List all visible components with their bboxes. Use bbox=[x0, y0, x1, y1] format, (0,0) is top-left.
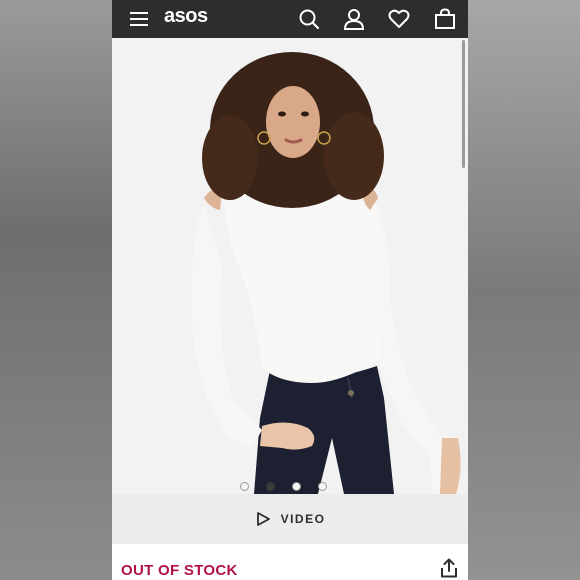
gallery-dot-4[interactable] bbox=[318, 482, 327, 491]
background-left bbox=[0, 0, 112, 580]
top-navigation-bar: asos bbox=[112, 0, 468, 38]
gallery-dot-2[interactable] bbox=[266, 482, 275, 491]
background-right bbox=[468, 0, 580, 580]
share-icon[interactable] bbox=[440, 558, 458, 580]
product-image[interactable] bbox=[112, 38, 468, 494]
search-icon[interactable] bbox=[296, 0, 322, 38]
asos-logo[interactable]: asos bbox=[164, 5, 208, 28]
product-info: OUT OF STOCK bbox=[112, 544, 468, 580]
bag-icon[interactable] bbox=[432, 0, 458, 38]
gallery-dot-1[interactable] bbox=[240, 482, 249, 491]
play-icon bbox=[256, 512, 270, 526]
scrollbar[interactable] bbox=[462, 40, 465, 168]
heart-icon[interactable] bbox=[386, 0, 412, 38]
gallery-pagination bbox=[240, 482, 327, 491]
video-button[interactable]: VIDEO bbox=[112, 494, 468, 544]
account-icon[interactable] bbox=[341, 0, 367, 38]
phone-screen: asos VIDEO OUT OF STOCK bbox=[112, 0, 468, 580]
model-illustration bbox=[112, 38, 468, 494]
gallery-dot-3[interactable] bbox=[292, 482, 301, 491]
video-label: VIDEO bbox=[280, 512, 326, 526]
hamburger-menu-icon[interactable] bbox=[126, 0, 152, 38]
stock-status: OUT OF STOCK bbox=[121, 562, 238, 579]
